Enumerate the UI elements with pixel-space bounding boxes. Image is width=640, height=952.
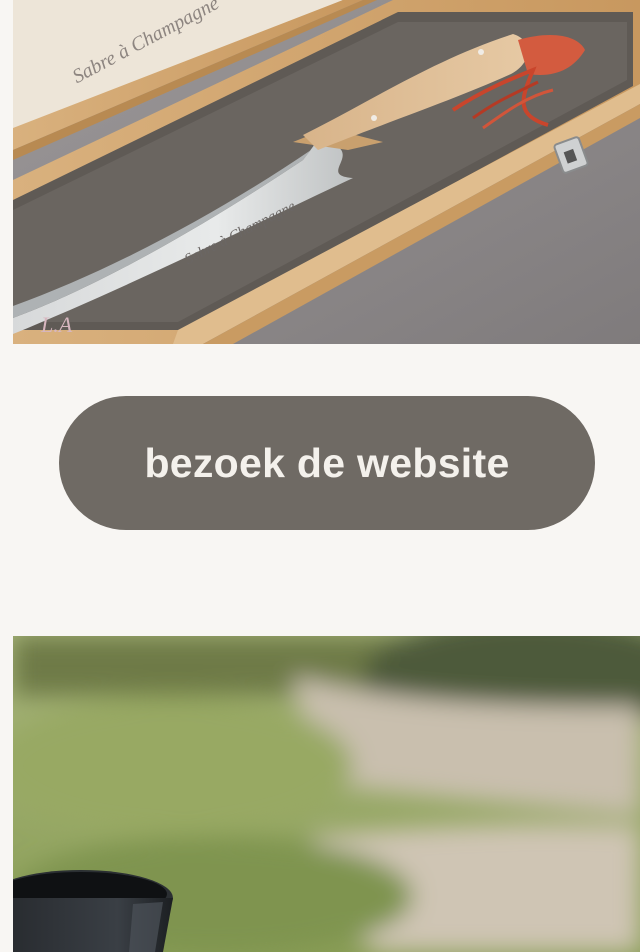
garden-illustration [13, 636, 640, 952]
sabre-box-photo: Sabre à Champagne Sabre à Champagne L.A [13, 0, 640, 344]
visit-website-button[interactable]: bezoek de website [59, 396, 595, 530]
garden-photo [13, 636, 640, 952]
sabre-box-illustration: Sabre à Champagne Sabre à Champagne L.A [13, 0, 640, 344]
page: Sabre à Champagne Sabre à Champagne L.A … [0, 0, 640, 952]
watermark-logo: L.A [40, 312, 73, 337]
